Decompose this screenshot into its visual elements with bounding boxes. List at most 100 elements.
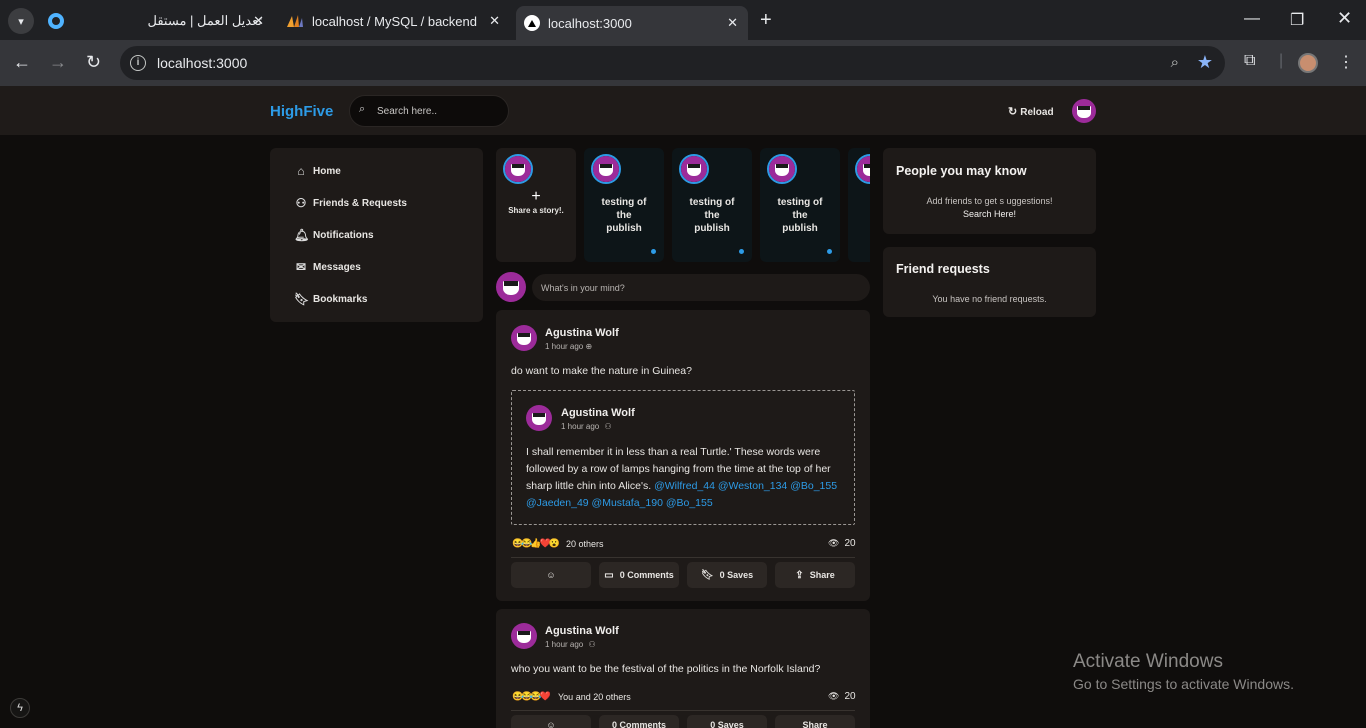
bolt-icon[interactable]: ϟ [10, 698, 30, 718]
reload-icon: ↻ [1008, 106, 1018, 118]
search-input[interactable]: ⌕ Search here.. [349, 95, 509, 127]
eye-icon: 👁︎ [828, 691, 840, 701]
shared-author-avatar[interactable] [526, 405, 552, 431]
refresh-icon[interactable]: ↻ [86, 52, 101, 73]
reaction-emojis[interactable]: 😆😂👍❤️😮 [512, 538, 560, 549]
restore-icon[interactable]: ❐ [1290, 10, 1304, 30]
nav-item-bookmarks[interactable]: 🔖︎ Bookmarks [294, 292, 367, 306]
close-tab-icon[interactable]: ✕ [727, 15, 738, 31]
share-label: Share [809, 570, 835, 580]
share-button[interactable]: Share [775, 715, 855, 728]
divider [511, 557, 855, 558]
saves-button[interactable]: 0 Saves [687, 715, 767, 728]
views-value: 20 [844, 538, 856, 549]
zoom-icon[interactable]: ⌕ [1171, 54, 1179, 71]
mail-icon: ✉ [295, 260, 307, 274]
tab-phpmyadmin[interactable]: localhost / MySQL / backend / … ✕ [280, 6, 510, 36]
post-author-name[interactable]: Agustina Wolf [545, 625, 619, 637]
post-time: 1 hour ago [545, 640, 584, 649]
comments-button[interactable]: ▭ 0 Comments [599, 562, 679, 588]
back-icon[interactable]: ← [13, 52, 31, 73]
story-card[interactable]: t [848, 148, 870, 262]
story-card[interactable]: testing of the publish [584, 148, 664, 262]
search-here-link[interactable]: Search Here! [883, 208, 1096, 221]
share-button[interactable]: ⇪ Share [775, 562, 855, 588]
comments-button[interactable]: 0 Comments [599, 715, 679, 728]
share-icon: ⇪ [795, 569, 804, 581]
view-count: 👁︎ 20 [828, 538, 856, 549]
plus-icon: + [531, 188, 541, 205]
nav-label: Bookmarks [313, 293, 368, 305]
nav-item-friends[interactable]: ⚇ Friends & Requests [294, 196, 407, 210]
post-text: who you want to be the festival of the p… [511, 663, 821, 675]
people-title: People you may know [896, 164, 1027, 178]
browser-menu-icon[interactable]: ⋮ [1338, 52, 1354, 72]
shared-text: I shall remember it in less than a real … [526, 444, 838, 512]
user-avatar[interactable] [1072, 99, 1096, 123]
view-count: 👁︎ 20 [828, 691, 856, 702]
app-logo[interactable]: HighFive [270, 103, 333, 120]
app-header: HighFive ⌕ Search here.. ↻ Reload [0, 86, 1366, 135]
post-author-name[interactable]: Agustina Wolf [545, 327, 619, 339]
post-author-avatar[interactable] [511, 325, 537, 351]
search-placeholder: Search here.. [377, 106, 438, 117]
post-author-avatar[interactable] [511, 623, 537, 649]
reaction-emojis[interactable]: 😆😂😂❤️ [512, 691, 551, 702]
post-time: 1 hour ago [545, 342, 584, 351]
close-tab-icon[interactable]: ✕ [253, 13, 264, 29]
saves-label: 0 Saves [719, 570, 754, 580]
post-text: do want to make the nature in Guinea? [511, 365, 692, 377]
mentions[interactable]: @Wilfred_44 @Weston_134 [654, 480, 787, 492]
avatar [769, 156, 795, 182]
react-button[interactable]: ☺ [511, 562, 591, 588]
browser-tabbar: ▾ تعديل العمل | مستقل ✕ localhost / MySQ… [0, 0, 1366, 40]
story-text: testing of the publish [689, 197, 735, 234]
profile-avatar[interactable] [1298, 53, 1318, 73]
tab-title: localhost:3000 [548, 15, 632, 31]
address-bar[interactable]: i localhost:3000 ⌕ ★ [120, 46, 1225, 80]
react-button[interactable]: ☺ [511, 715, 591, 728]
reaction-count[interactable]: You and 20 others [558, 692, 631, 702]
story-text: t [848, 196, 870, 209]
nav-item-notifications[interactable]: 🔔︎ Notifications [294, 228, 374, 242]
composer-input[interactable]: What's in your mind? [532, 274, 870, 301]
reload-button[interactable]: ↻ Reload [1008, 105, 1054, 118]
phpmyadmin-icon [287, 15, 303, 27]
share-label: Share [802, 720, 828, 728]
tab-localhost-3000[interactable]: localhost:3000 ✕ [516, 6, 748, 40]
story-card[interactable]: testing of the publish [672, 148, 752, 262]
minimize-icon[interactable]: — [1244, 10, 1260, 28]
shared-meta: 1 hour ago ⚇ [561, 422, 612, 431]
story-overflow-clip: t [848, 148, 870, 262]
comment-icon: ▭ [604, 569, 614, 581]
user-plus-icon: ⚇ [295, 196, 307, 210]
saves-button[interactable]: 🔖︎ 0 Saves [687, 562, 767, 588]
new-tab-icon[interactable]: + [760, 9, 772, 32]
story-card[interactable]: testing of the publish [760, 148, 840, 262]
tab-search-dropdown[interactable]: ▾ [8, 8, 34, 34]
bell-icon: 🔔︎ [294, 228, 310, 242]
create-story[interactable]: + Share a story!. [496, 148, 576, 262]
tab-title: تعديل العمل | مستقل [147, 13, 263, 28]
bookmark-icon: 🔖︎ [294, 292, 310, 306]
site-info-icon[interactable]: i [130, 55, 146, 71]
smiley-icon: ☺ [546, 720, 556, 728]
bookmark-icon: 🔖︎ [700, 569, 714, 581]
reaction-count[interactable]: 20 others [566, 539, 604, 549]
story-unseen-dot [739, 249, 744, 254]
tab-mostaql[interactable]: تعديل العمل | مستقل ✕ [42, 6, 274, 36]
forward-icon[interactable]: → [49, 52, 67, 73]
nav-item-messages[interactable]: ✉ Messages [294, 260, 361, 274]
bookmark-star-icon[interactable]: ★ [1197, 52, 1213, 73]
browser-toolbar: ← → ↻ i localhost:3000 ⌕ ★ ⧉ | ⋮ [0, 40, 1366, 86]
avatar [593, 156, 619, 182]
saves-label: 0 Saves [710, 720, 744, 728]
shared-author-name[interactable]: Agustina Wolf [561, 407, 635, 419]
close-tab-icon[interactable]: ✕ [489, 13, 500, 29]
composer-avatar [496, 272, 526, 302]
requests-text: You have no friend requests. [932, 294, 1047, 304]
nav-item-home[interactable]: ⌂ Home [294, 164, 340, 178]
url-text[interactable]: localhost:3000 [157, 55, 247, 71]
close-window-icon[interactable]: ✕ [1337, 8, 1352, 29]
extensions-icon[interactable]: ⧉ [1244, 52, 1255, 70]
